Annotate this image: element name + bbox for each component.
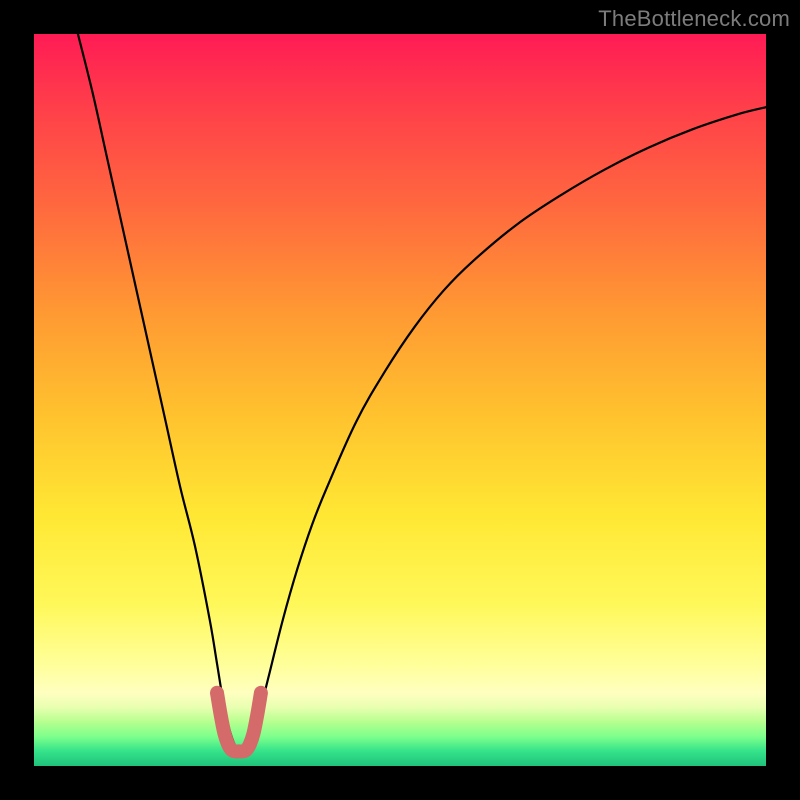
bottleneck-trough-highlight	[217, 693, 261, 752]
watermark-text: TheBottleneck.com	[598, 6, 790, 32]
plot-area	[34, 34, 766, 766]
bottleneck-main-curve	[78, 34, 766, 753]
chart-frame: TheBottleneck.com	[0, 0, 800, 800]
curve-layer	[34, 34, 766, 766]
